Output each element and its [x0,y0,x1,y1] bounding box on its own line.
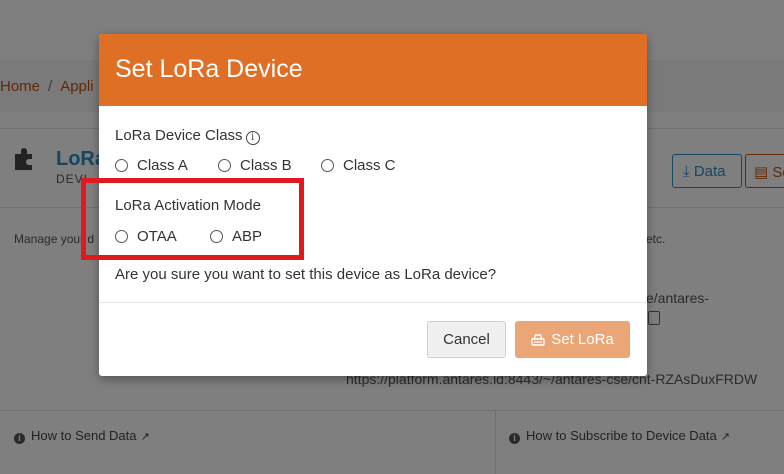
set-lora-button[interactable]: Set LoRa [515,321,630,358]
activation-mode-highlight [81,178,304,260]
set-lora-label: Set LoRa [551,331,614,348]
lora-icon [531,334,545,346]
radio-class-c[interactable]: Class C [321,157,396,174]
radio-class-b[interactable]: Class B [218,157,292,174]
radio-button[interactable] [218,159,231,172]
device-class-label-row: LoRa Device Class i [115,127,260,145]
radio-class-c-label: Class C [343,157,396,174]
modal-header: Set LoRa Device [99,34,647,106]
radio-button[interactable] [321,159,334,172]
confirm-text: Are you sure you want to set this device… [115,266,497,283]
radio-class-b-label: Class B [240,157,292,174]
radio-class-a[interactable]: Class A [115,157,188,174]
cancel-button[interactable]: Cancel [427,321,506,358]
modal-title: Set LoRa Device [115,55,303,83]
modal-divider [99,302,647,303]
radio-class-a-label: Class A [137,157,188,174]
device-class-label: LoRa Device Class [115,127,243,144]
info-icon[interactable]: i [245,131,260,145]
radio-button[interactable] [115,159,128,172]
